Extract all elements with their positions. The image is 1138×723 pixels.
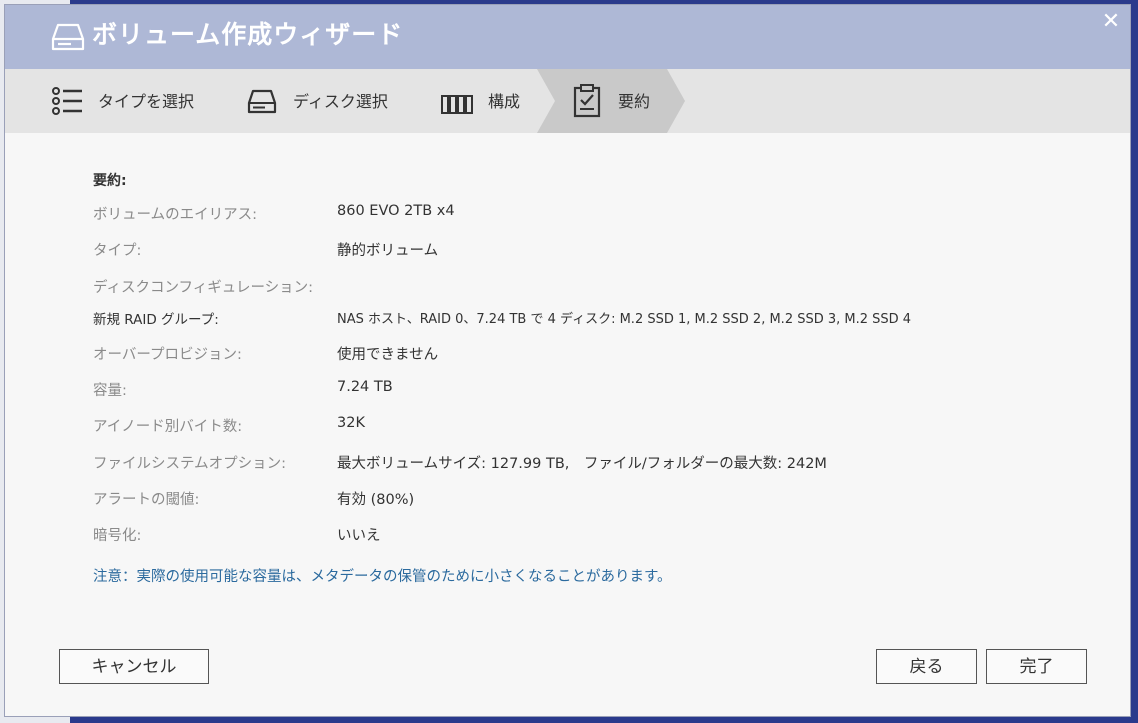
row-value: 有効 (80%) — [337, 492, 415, 508]
row-key: 容量: — [93, 383, 127, 399]
summary-row-type: タイプ: 静的ボリューム — [93, 239, 1093, 261]
step-select-disk: ディスク選択 — [247, 69, 417, 133]
step-label: 構成 — [488, 92, 521, 111]
step-summary: 要約 — [573, 69, 693, 133]
step-label: 要約 — [618, 92, 651, 111]
wizard-steps: タイプを選択 ディスク選択 構成 要約 — [5, 69, 1130, 133]
dialog-title: ボリューム作成ウィザード — [92, 20, 404, 49]
row-value: いいえ — [337, 528, 381, 544]
disk-icon — [247, 89, 277, 114]
row-key: 新規 RAID グループ: — [93, 312, 219, 328]
clipboard-check-icon — [573, 84, 601, 118]
close-button[interactable]: ✕ — [1100, 11, 1122, 33]
summary-row-overprovision: オーバープロビジョン: 使用できません — [93, 343, 1093, 365]
step-select-type: タイプを選択 — [51, 69, 221, 133]
summary-panel: 要約: ボリュームのエイリアス: 860 EVO 2TB x4 タイプ: 静的ボ… — [5, 133, 1130, 716]
step-label: ディスク選択 — [293, 92, 388, 111]
cancel-button[interactable]: キャンセル — [59, 649, 209, 684]
row-key: 暗号化: — [93, 528, 142, 544]
summary-row-filesystem-options: ファイルシステムオプション: 最大ボリュームサイズ: 127.99 TB, ファ… — [93, 452, 1093, 474]
row-key: タイプ: — [93, 243, 142, 259]
row-key: アイノード別バイト数: — [93, 419, 243, 435]
summary-row-capacity: 容量: 7.24 TB — [93, 379, 1093, 401]
row-value: 最大ボリュームサイズ: 127.99 TB, ファイル/フォルダーの最大数: 2… — [337, 456, 827, 472]
raid-config-icon — [441, 95, 473, 114]
list-icon — [52, 87, 82, 115]
row-value: NAS ホスト、RAID 0、7.24 TB で 4 ディスク: M.2 SSD… — [337, 312, 912, 327]
step-label: タイプを選択 — [98, 92, 195, 111]
row-value: 使用できません — [337, 347, 439, 363]
disk-drive-icon — [51, 23, 85, 51]
summary-row-raid-group: 新規 RAID グループ: NAS ホスト、RAID 0、7.24 TB で 4… — [93, 308, 1093, 330]
row-key: アラートの閾値: — [93, 492, 200, 508]
row-value: 32K — [337, 415, 365, 431]
back-button[interactable]: 戻る — [876, 649, 977, 684]
row-value: 静的ボリューム — [337, 243, 439, 259]
summary-row-alias: ボリュームのエイリアス: 860 EVO 2TB x4 — [93, 203, 1093, 225]
step-configure: 構成 — [441, 69, 561, 133]
row-key: ディスクコンフィギュレーション: — [93, 280, 314, 296]
row-value: 860 EVO 2TB x4 — [337, 203, 455, 219]
row-key: ファイルシステムオプション: — [93, 456, 286, 472]
finish-button[interactable]: 完了 — [986, 649, 1087, 684]
dialog-titlebar: ボリューム作成ウィザード ✕ — [5, 5, 1130, 69]
summary-heading: 要約: — [93, 173, 127, 189]
row-value: 7.24 TB — [337, 379, 393, 395]
row-key: オーバープロビジョン: — [93, 347, 242, 363]
summary-row-disk-config: ディスクコンフィギュレーション: — [93, 276, 1093, 298]
capacity-note: 注意：実際の使用可能な容量は、メタデータの保管のために小さくなることがあります。 — [93, 569, 672, 585]
summary-row-bytes-per-inode: アイノード別バイト数: 32K — [93, 415, 1093, 437]
volume-creation-wizard-dialog: ボリューム作成ウィザード ✕ タイプを選択 ディスク選択 構成 要約 要約: ボ… — [5, 5, 1130, 716]
row-key: ボリュームのエイリアス: — [93, 207, 257, 223]
summary-row-encryption: 暗号化: いいえ — [93, 524, 1093, 546]
summary-row-alert-threshold: アラートの閾値: 有効 (80%) — [93, 488, 1093, 510]
